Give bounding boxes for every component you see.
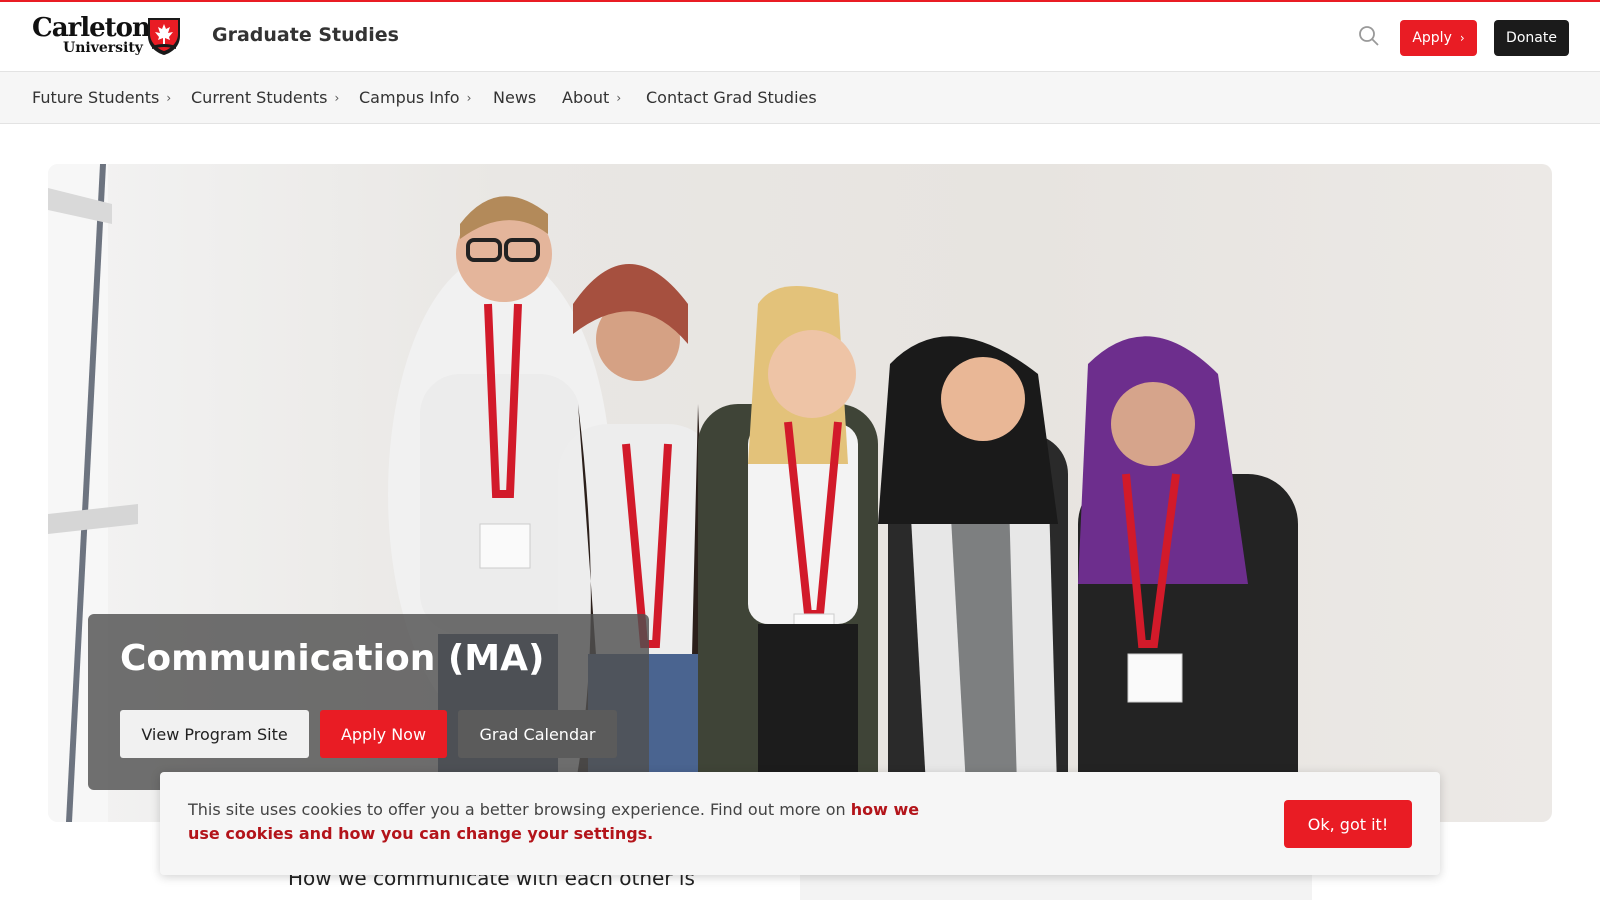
nav-item-label: Current Students <box>191 88 328 107</box>
maple-leaf-shield-icon <box>148 18 180 55</box>
cookie-banner: This site uses cookies to offer you a be… <box>160 772 1440 875</box>
logo-wordmark: Carleton <box>32 13 151 43</box>
chevron-right-icon: › <box>1459 31 1465 45</box>
nav-item-future-students[interactable]: Future Students › <box>32 88 171 107</box>
sidebar-box <box>800 872 1312 900</box>
cookie-text: This site uses cookies to offer you a be… <box>188 800 851 819</box>
main-nav: Future Students › Current Students › Cam… <box>0 71 1600 124</box>
nav-item-news[interactable]: News <box>493 88 536 107</box>
nav-item-label: Contact Grad Studies <box>646 88 817 107</box>
search-icon[interactable] <box>1357 24 1381 48</box>
program-title: Communication (MA) <box>120 638 545 679</box>
nav-item-current-students[interactable]: Current Students › <box>191 88 339 107</box>
chevron-right-icon: › <box>466 90 472 105</box>
nav-item-label: News <box>493 88 537 107</box>
apply-button-label: Apply <box>1412 30 1452 46</box>
cookie-message: This site uses cookies to offer you a be… <box>188 798 948 846</box>
grad-calendar-button[interactable]: Grad Calendar <box>458 710 617 758</box>
site-header: Carleton University Graduate Studies App… <box>0 0 1600 71</box>
site-title[interactable]: Graduate Studies <box>212 24 399 46</box>
chevron-right-icon: › <box>616 90 622 105</box>
view-program-site-button[interactable]: View Program Site <box>120 710 309 758</box>
donate-button[interactable]: Donate <box>1494 20 1569 56</box>
cookie-accept-button[interactable]: Ok, got it! <box>1284 800 1412 848</box>
chevron-right-icon: › <box>334 90 340 105</box>
nav-item-campus-info[interactable]: Campus Info › <box>359 88 471 107</box>
apply-now-button[interactable]: Apply Now <box>320 710 447 758</box>
nav-item-label: About <box>562 88 610 107</box>
nav-item-label: Campus Info <box>359 88 460 107</box>
carleton-logo[interactable]: Carleton University <box>32 14 182 60</box>
chevron-right-icon: › <box>166 90 172 105</box>
apply-button[interactable]: Apply › <box>1400 20 1477 56</box>
nav-item-label: Future Students <box>32 88 160 107</box>
hero-banner: Communication (MA) View Program Site App… <box>48 164 1552 822</box>
program-title-card: Communication (MA) View Program Site App… <box>88 614 649 790</box>
logo-subtitle: University <box>63 40 143 56</box>
nav-item-about[interactable]: About › <box>562 88 621 107</box>
nav-item-contact-grad-studies[interactable]: Contact Grad Studies <box>646 88 817 107</box>
